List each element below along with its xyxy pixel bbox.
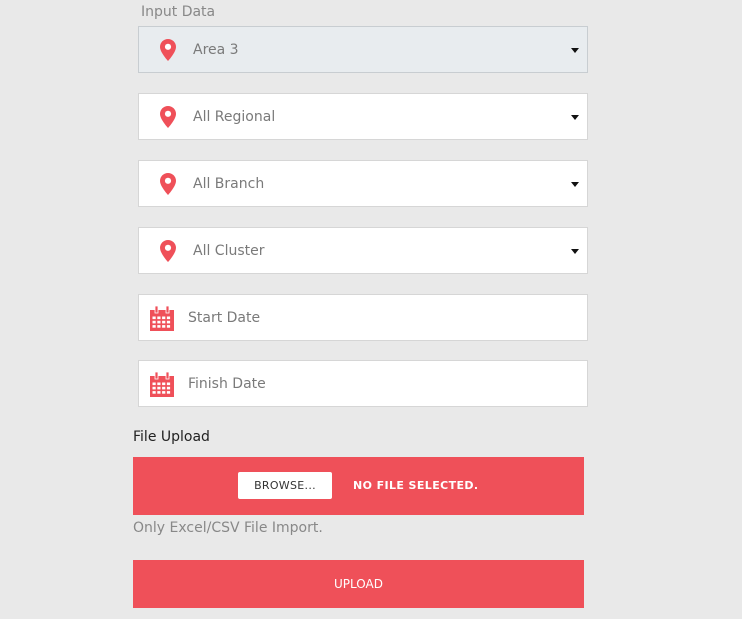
finish-date-placeholder: Finish Date (188, 376, 266, 392)
map-pin-icon (160, 240, 176, 262)
branch-select[interactable]: All Branch (138, 160, 588, 207)
regional-select-value: All Regional (193, 109, 276, 125)
map-pin-icon (160, 39, 176, 61)
branch-select-value: All Branch (193, 176, 265, 192)
chevron-down-icon (571, 115, 579, 120)
calendar-icon (150, 372, 174, 397)
start-date-field[interactable]: Start Date (138, 294, 588, 341)
area-select[interactable]: Area 3 (138, 26, 588, 73)
file-upload-title: File Upload (133, 429, 210, 445)
map-pin-icon (160, 106, 176, 128)
chevron-down-icon (571, 182, 579, 187)
start-date-placeholder: Start Date (188, 310, 261, 326)
upload-button[interactable]: UPLOAD (133, 560, 584, 608)
area-select-value: Area 3 (193, 42, 239, 58)
file-status: NO FILE SELECTED. (353, 479, 479, 492)
input-data-title: Input Data (141, 4, 216, 20)
cluster-select-value: All Cluster (193, 243, 265, 259)
cluster-select[interactable]: All Cluster (138, 227, 588, 274)
regional-select[interactable]: All Regional (138, 93, 588, 140)
chevron-down-icon (571, 249, 579, 254)
calendar-icon (150, 306, 174, 331)
browse-button[interactable]: BROWSE... (238, 472, 332, 499)
chevron-down-icon (571, 48, 579, 53)
map-pin-icon (160, 173, 176, 195)
finish-date-field[interactable]: Finish Date (138, 360, 588, 407)
file-type-hint: Only Excel/CSV File Import. (133, 520, 323, 536)
file-upload-panel: BROWSE... NO FILE SELECTED. (133, 457, 584, 515)
